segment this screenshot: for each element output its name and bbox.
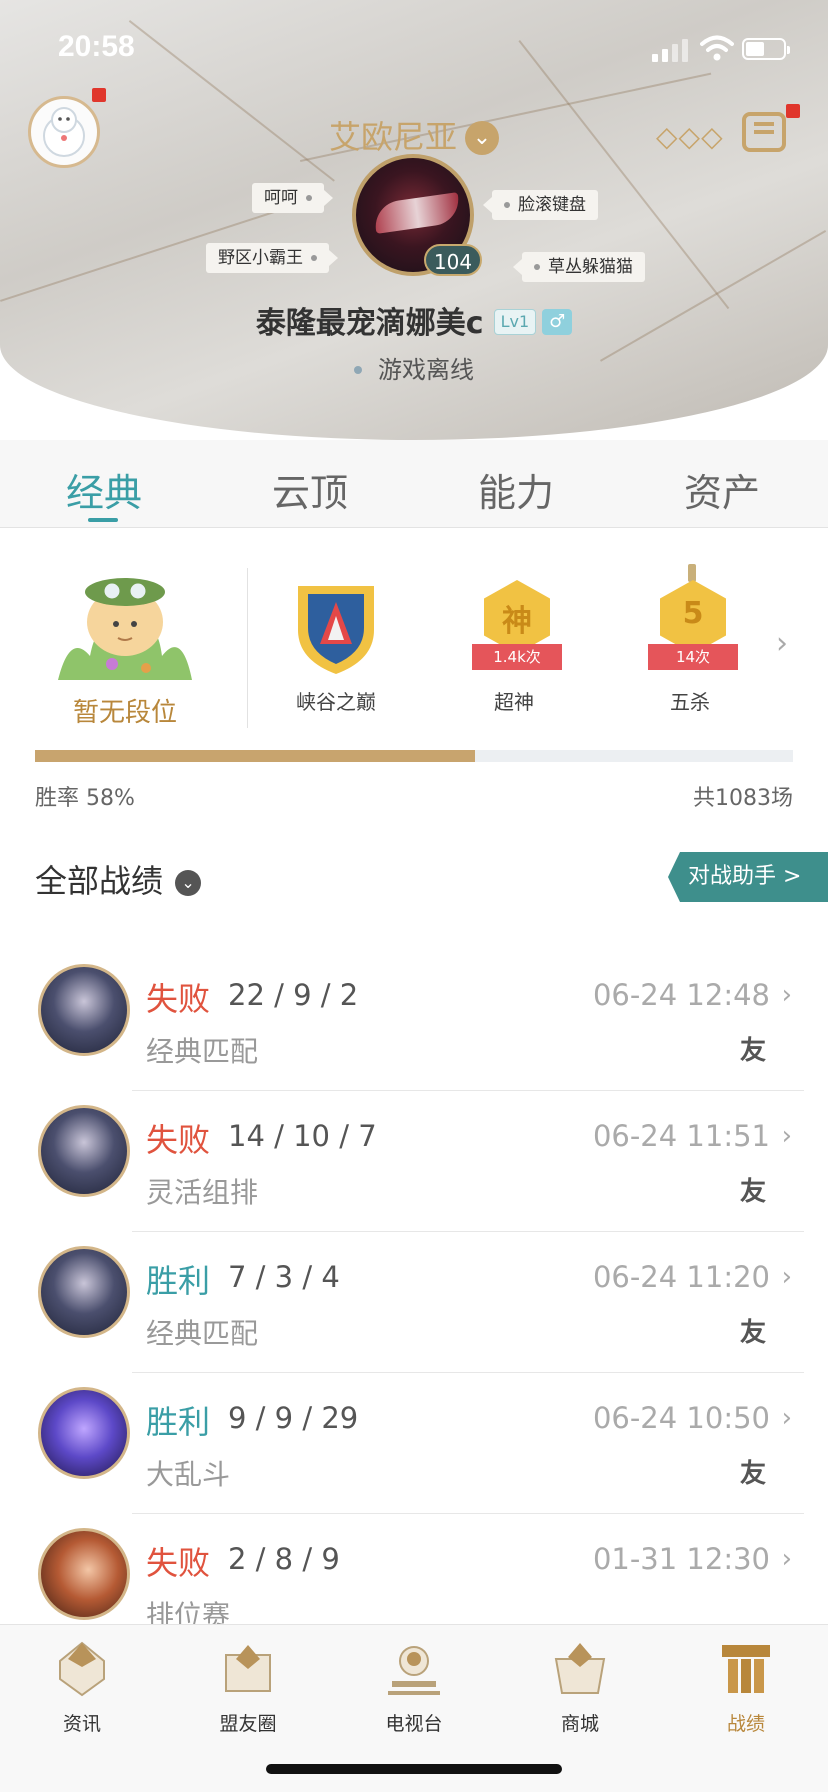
summoner-level: 104	[424, 244, 482, 276]
rank-panel[interactable]: 暂无段位	[50, 552, 200, 732]
match-mode: 经典匹配	[146, 1317, 259, 1350]
category-tabs: 经典 云顶 能力 资产	[0, 440, 828, 528]
tab-tft[interactable]: 云顶	[230, 462, 390, 517]
teemo-rank-icon	[58, 578, 192, 680]
achievement-name: 峡谷之巅	[296, 690, 376, 714]
total-games-text: 共1083场	[693, 786, 793, 811]
achievement-godlike[interactable]: 神 1.4k次 超神	[454, 580, 574, 720]
message-icon[interactable]	[742, 112, 786, 152]
more-options-icon[interactable]: ◇◇◇	[656, 120, 724, 153]
status-time: 20:58	[58, 30, 135, 63]
win-rate-fill	[35, 750, 475, 762]
status-bar: 20:58	[0, 0, 828, 100]
match-time: 01-31 12:30	[592, 1542, 770, 1576]
match-kda: 14 / 10 / 7	[228, 1119, 377, 1153]
match-kda: 2 / 8 / 9	[228, 1542, 340, 1576]
profile-tag: 脸滚键盘	[483, 190, 598, 220]
match-kda: 7 / 3 / 4	[228, 1260, 340, 1294]
champion-avatar	[38, 964, 130, 1056]
vip-level-badge: Lv1	[493, 309, 537, 335]
chevron-right-icon[interactable]: ›	[776, 626, 788, 661]
nav-news[interactable]: 资讯	[22, 1639, 142, 1736]
home-indicator	[266, 1764, 562, 1774]
match-result: 胜利	[146, 1262, 211, 1300]
record-icon	[722, 1645, 770, 1693]
wifi-icon	[700, 35, 734, 61]
nav-tv[interactable]: 电视台	[354, 1639, 474, 1736]
nav-records[interactable]: 战绩	[686, 1639, 806, 1736]
champion-avatar	[38, 1387, 130, 1479]
friend-badge: 友	[739, 1036, 766, 1066]
chevron-down-icon: ⌄	[465, 121, 499, 155]
champion-avatar	[38, 1528, 130, 1620]
chevron-right-icon: ›	[781, 1544, 792, 1574]
match-row[interactable]: 失败 14 / 10 / 7 灵活组排 06-24 11:51 友 ›	[0, 1091, 828, 1232]
shop-icon	[554, 1643, 606, 1694]
battery-icon	[742, 38, 790, 60]
match-time: 06-24 11:51	[592, 1119, 770, 1153]
tab-ability[interactable]: 能力	[436, 462, 596, 517]
news-icon	[59, 1641, 105, 1697]
match-row[interactable]: 失败 22 / 9 / 2 经典匹配 06-24 12:48 友 ›	[0, 950, 828, 1091]
nickname-row: 泰隆最宠滴娜美c Lv1 ♂	[0, 298, 828, 342]
match-result: 失败	[146, 1544, 211, 1582]
tab-assets[interactable]: 资产	[642, 462, 802, 517]
match-kda: 22 / 9 / 2	[228, 978, 359, 1012]
chevron-down-icon: ⌄	[175, 870, 202, 896]
match-time: 06-24 12:48	[592, 978, 770, 1012]
match-result: 失败	[146, 1121, 211, 1159]
match-mode: 经典匹配	[146, 1035, 259, 1068]
godlike-badge-icon: 神	[484, 580, 550, 654]
chevron-right-icon: ›	[781, 1403, 792, 1433]
chevron-right-icon: ›	[781, 980, 792, 1010]
nav-shop[interactable]: 商城	[520, 1639, 640, 1736]
nav-friends[interactable]: 盟友圈	[188, 1639, 308, 1736]
match-result: 失败	[146, 980, 211, 1018]
friend-badge: 友	[739, 1318, 766, 1348]
achievement-name: 超神	[494, 690, 534, 714]
win-rate-bar	[35, 750, 793, 762]
server-name: 艾欧尼亚	[328, 118, 457, 156]
sword-icon	[688, 564, 696, 582]
tab-classic[interactable]: 经典	[24, 462, 184, 522]
match-row[interactable]: 胜利 7 / 3 / 4 经典匹配 06-24 11:20 友 ›	[0, 1232, 828, 1373]
friends-icon	[225, 1645, 271, 1692]
match-result: 胜利	[146, 1403, 211, 1441]
pentakill-badge-icon: 5	[660, 580, 726, 654]
online-status: 游戏离线	[0, 350, 828, 385]
records-filter[interactable]: 全部战绩 ⌄	[35, 856, 202, 902]
champion-avatar	[38, 1105, 130, 1197]
achievement-count: 14次	[648, 644, 738, 670]
match-row[interactable]: 胜利 9 / 9 / 29 大乱斗 06-24 10:50 友 ›	[0, 1373, 828, 1514]
avatar-notification-dot	[92, 88, 106, 102]
records-title: 全部战绩	[35, 862, 164, 900]
match-mode: 灵活组排	[146, 1176, 259, 1209]
match-time: 06-24 11:20	[592, 1260, 770, 1294]
match-kda: 9 / 9 / 29	[228, 1401, 359, 1435]
match-mode: 大乱斗	[146, 1458, 231, 1491]
profile-tag: 呵呵	[252, 183, 333, 213]
achievement-peak[interactable]: 峡谷之巅	[276, 580, 396, 720]
gender-icon: ♂	[542, 309, 573, 335]
profile-tag: 野区小霸王	[206, 243, 338, 273]
match-time: 06-24 10:50	[592, 1401, 770, 1435]
achievement-pentakill[interactable]: 5 14次 五杀	[630, 564, 750, 720]
friend-badge: 友	[739, 1459, 766, 1489]
friend-badge: 友	[739, 1177, 766, 1207]
chevron-right-icon: ›	[781, 1262, 792, 1292]
achievement-count: 1.4k次	[472, 644, 562, 670]
tv-icon	[388, 1646, 440, 1695]
battle-assistant-button[interactable]: 对战助手 >	[668, 852, 828, 902]
nickname: 泰隆最宠滴娜美c	[255, 306, 484, 341]
signal-icon	[652, 38, 692, 62]
rank-label: 暂无段位	[72, 698, 177, 728]
message-notification-dot	[786, 104, 800, 118]
summit-emblem-icon	[298, 586, 374, 674]
win-rate-text: 胜率 58%	[35, 786, 135, 811]
profile-tag: 草丛躲猫猫	[513, 252, 645, 282]
chevron-right-icon: ›	[781, 1121, 792, 1151]
rank-divider	[247, 568, 248, 728]
achievement-name: 五杀	[670, 690, 710, 714]
champion-avatar	[38, 1246, 130, 1338]
